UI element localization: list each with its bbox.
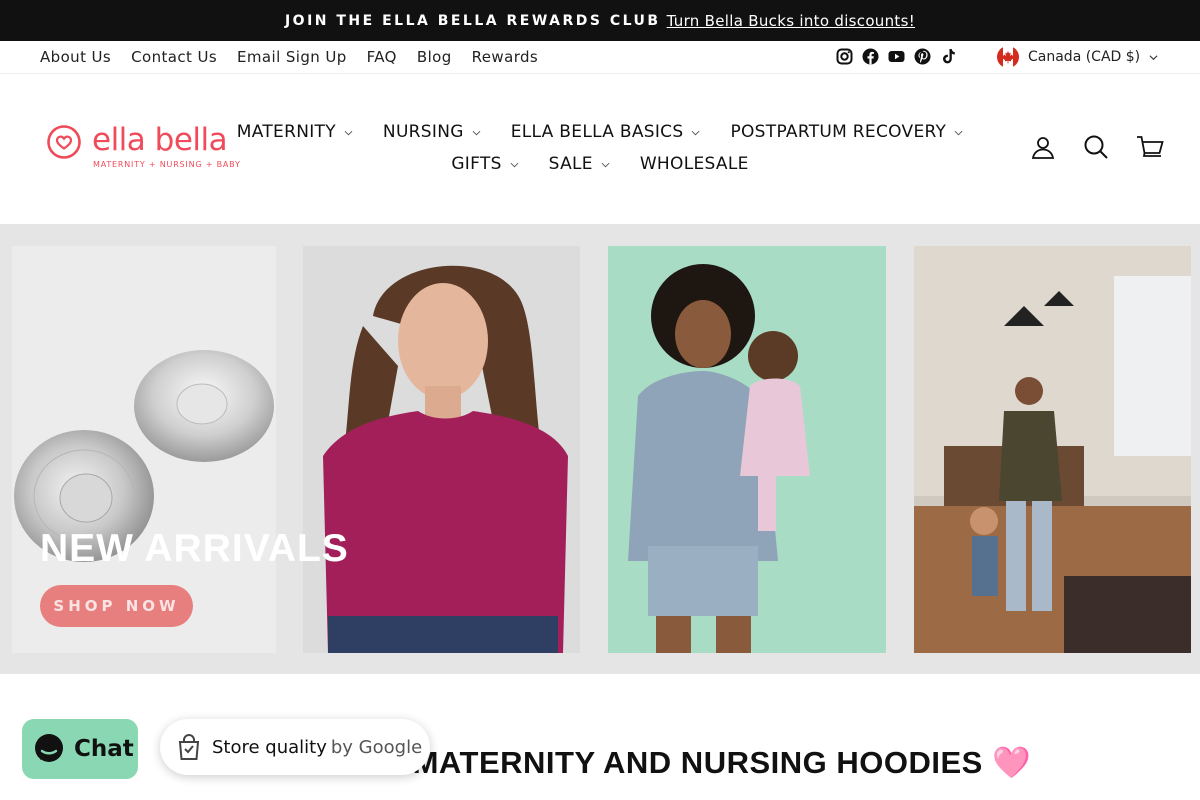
store-quality-badge[interactable]: Store quality by Google bbox=[160, 719, 430, 775]
canada-flag-icon bbox=[997, 46, 1019, 68]
hero-image-mother-baby bbox=[608, 246, 886, 653]
nav-label: POSTPARTUM RECOVERY bbox=[730, 122, 947, 142]
pinterest-icon[interactable] bbox=[914, 48, 931, 65]
cart-icon[interactable] bbox=[1136, 134, 1164, 160]
shopping-bag-icon bbox=[178, 734, 200, 760]
nav-label: SALE bbox=[548, 154, 593, 174]
hero-image-magenta-tee bbox=[303, 246, 580, 653]
nav-label: NURSING bbox=[382, 122, 464, 142]
logo-wordmark: ella bella bbox=[92, 122, 228, 158]
nav-item-wholesale[interactable]: WHOLESALE bbox=[640, 154, 749, 174]
utility-link-contact-us[interactable]: Contact Us bbox=[131, 48, 217, 66]
announcement-link[interactable]: Turn Bella Bucks into discounts! bbox=[667, 12, 915, 30]
utility-links: About Us Contact Us Email Sign Up FAQ Bl… bbox=[40, 48, 538, 66]
nav-item-maternity[interactable]: MATERNITY bbox=[237, 122, 353, 142]
section-title: NG MATERNITY AND NURSING HOODIES 🩷 bbox=[356, 745, 1032, 780]
hero-image-cafe-scene bbox=[914, 246, 1191, 653]
nav-item-gifts[interactable]: GIFTS bbox=[451, 154, 519, 174]
account-icon[interactable] bbox=[1030, 134, 1056, 160]
tiktok-icon[interactable] bbox=[940, 48, 957, 65]
logo[interactable]: ella bella MATERNITY + NURSING + BABY bbox=[46, 122, 240, 170]
hero-title: NEW ARRIVALS bbox=[40, 527, 349, 570]
currency-label: Canada (CAD $) bbox=[1028, 49, 1141, 65]
instagram-icon[interactable] bbox=[836, 48, 853, 65]
utility-link-email-sign-up[interactable]: Email Sign Up bbox=[237, 48, 347, 66]
nav-label: WHOLESALE bbox=[639, 154, 749, 174]
utility-link-blog[interactable]: Blog bbox=[417, 48, 452, 66]
chevron-down-icon bbox=[601, 162, 610, 167]
facebook-icon[interactable] bbox=[862, 48, 879, 65]
social-links bbox=[836, 48, 957, 65]
chat-bubble-icon bbox=[35, 734, 63, 762]
chat-label: Chat bbox=[74, 736, 134, 762]
nav-label: MATERNITY bbox=[236, 122, 336, 142]
nav-row-1: MATERNITY NURSING ELLA BELLA BASICS POST… bbox=[237, 116, 963, 148]
youtube-icon[interactable] bbox=[888, 48, 905, 65]
site-header: ella bella MATERNITY + NURSING + BABY MA… bbox=[0, 74, 1200, 224]
main-navigation: MATERNITY NURSING ELLA BELLA BASICS POST… bbox=[237, 116, 963, 180]
utility-bar: About Us Contact Us Email Sign Up FAQ Bl… bbox=[0, 41, 1200, 74]
announcement-title: JOIN THE ELLA BELLA REWARDS CLUB bbox=[284, 12, 661, 29]
chevron-down-icon bbox=[510, 162, 519, 167]
store-quality-suffix: by Google bbox=[330, 736, 423, 758]
chevron-down-icon bbox=[692, 130, 700, 135]
chevron-down-icon bbox=[954, 130, 963, 135]
currency-selector[interactable]: Canada (CAD $) bbox=[997, 46, 1158, 68]
nav-item-postpartum-recovery[interactable]: POSTPARTUM RECOVERY bbox=[730, 122, 963, 142]
chevron-down-icon bbox=[344, 130, 353, 135]
utility-link-rewards[interactable]: Rewards bbox=[472, 48, 538, 66]
nav-label: ELLA BELLA BASICS bbox=[510, 122, 684, 142]
announcement-bar: JOIN THE ELLA BELLA REWARDS CLUB Turn Be… bbox=[0, 0, 1200, 41]
nav-item-nursing[interactable]: NURSING bbox=[383, 122, 481, 142]
chat-button[interactable]: Chat bbox=[22, 719, 138, 779]
store-quality-label: Store quality bbox=[212, 736, 327, 758]
utility-link-about-us[interactable]: About Us bbox=[40, 48, 111, 66]
hero-banner[interactable]: NEW ARRIVALS SHOP NOW bbox=[0, 224, 1200, 674]
header-icons bbox=[1030, 134, 1164, 160]
shop-now-button[interactable]: SHOP NOW bbox=[40, 585, 193, 627]
chevron-down-icon bbox=[1149, 54, 1158, 60]
utility-link-faq[interactable]: FAQ bbox=[367, 48, 397, 66]
nav-label: GIFTS bbox=[451, 154, 502, 174]
search-icon[interactable] bbox=[1083, 134, 1109, 160]
heart-logo-icon bbox=[47, 125, 81, 159]
chevron-down-icon bbox=[472, 130, 481, 135]
logo-tagline: MATERNITY + NURSING + BABY bbox=[93, 160, 241, 169]
nav-item-ella-bella-basics[interactable]: ELLA BELLA BASICS bbox=[511, 122, 701, 142]
nav-row-2: GIFTS SALE WHOLESALE bbox=[240, 148, 960, 180]
nav-item-sale[interactable]: SALE bbox=[549, 154, 610, 174]
